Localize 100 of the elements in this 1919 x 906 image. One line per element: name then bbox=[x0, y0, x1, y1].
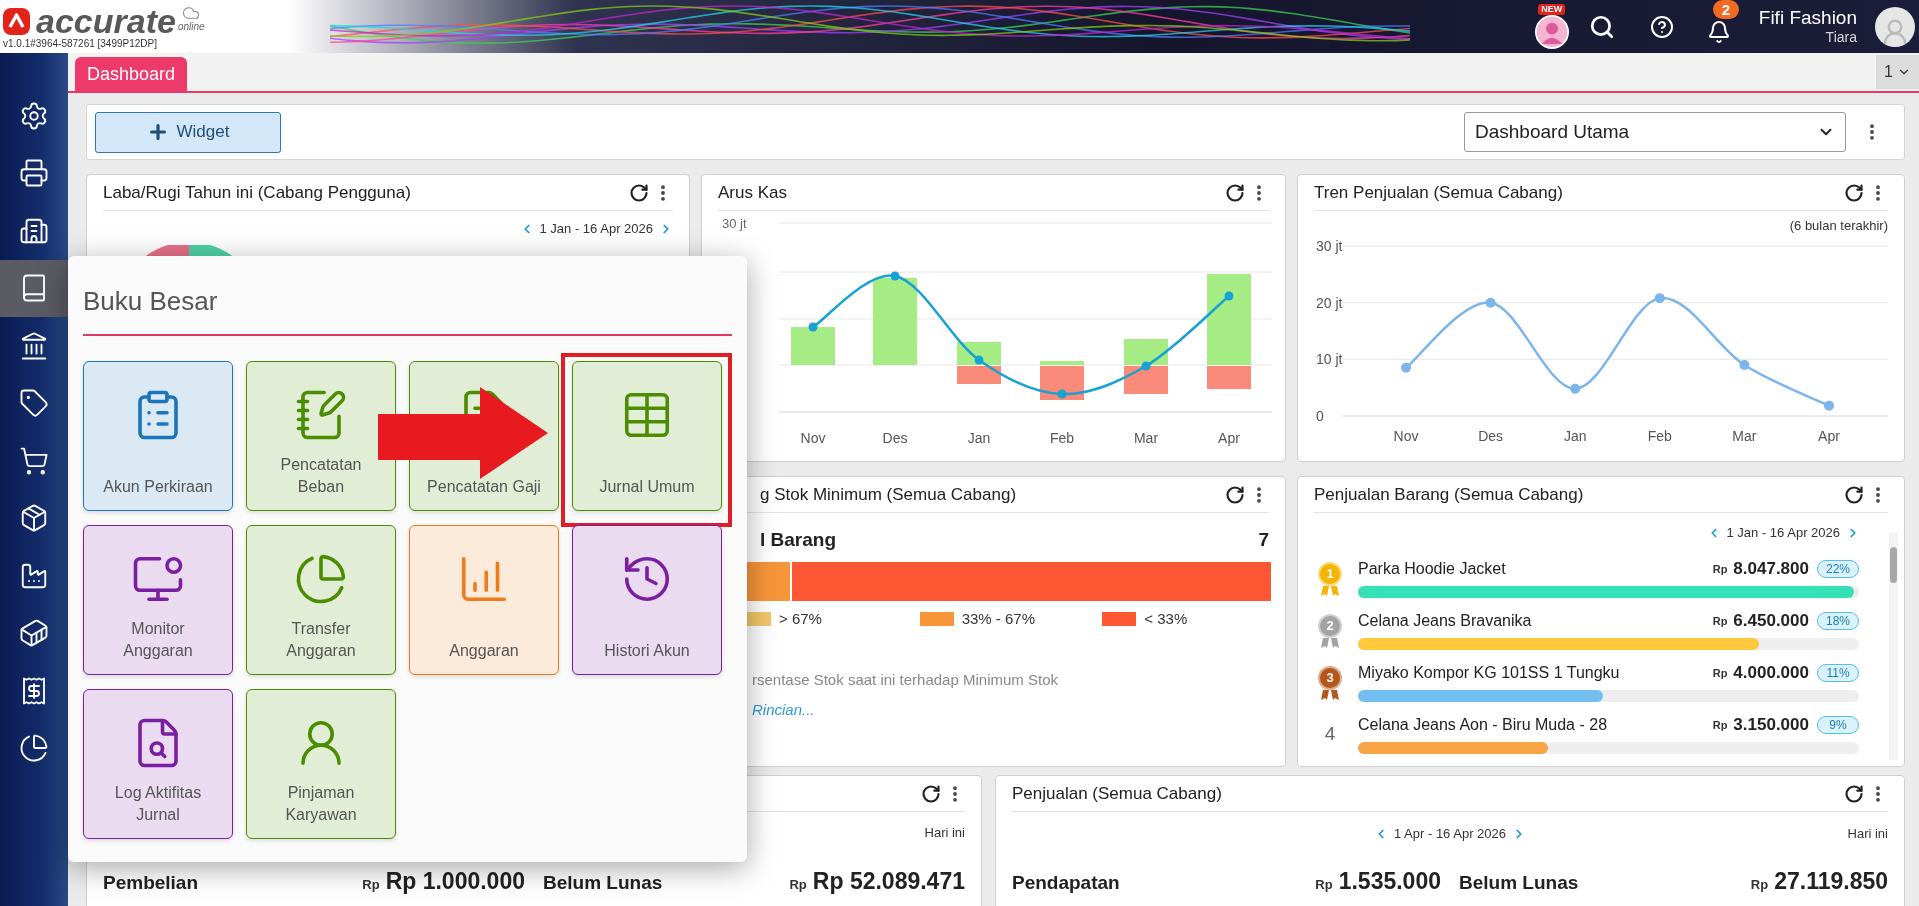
user-avatar[interactable] bbox=[1875, 6, 1915, 47]
data-point bbox=[890, 271, 900, 281]
pie-chart-icon bbox=[294, 552, 348, 606]
axis-label: Apr bbox=[1218, 430, 1240, 446]
ribbon-icon bbox=[1321, 637, 1339, 648]
menu-tile[interactable]: Pinjaman Karyawan bbox=[246, 689, 396, 839]
refresh-icon[interactable] bbox=[1225, 484, 1245, 505]
product-name: Parka Hoodie Jacket bbox=[1358, 559, 1506, 579]
axis-label: Des bbox=[882, 430, 908, 446]
currency-label: Rp bbox=[1750, 876, 1769, 894]
amount-value: 27.119.850 bbox=[1774, 867, 1888, 896]
percent-badge: 22% bbox=[1817, 560, 1859, 578]
legend-label: < 33% bbox=[1144, 611, 1188, 627]
period-label: Hari ini bbox=[1847, 825, 1888, 843]
add-widget-button[interactable]: Widget bbox=[95, 111, 281, 153]
currency-label: Rp bbox=[1712, 665, 1728, 681]
logo-subtitle: online bbox=[177, 22, 205, 32]
axis-label: Apr bbox=[1818, 428, 1840, 444]
bank-icon bbox=[19, 330, 49, 361]
medal-badge: 1 bbox=[1318, 561, 1342, 586]
user-name: Fifi Fashion bbox=[1758, 7, 1857, 29]
amount-value: 1.535.000 bbox=[1338, 867, 1441, 896]
refresh-icon[interactable] bbox=[1844, 484, 1864, 505]
help-icon[interactable] bbox=[1649, 14, 1674, 39]
menu-tile[interactable]: Histori Akun bbox=[572, 525, 722, 675]
page-select[interactable]: 1 bbox=[1876, 55, 1919, 89]
package-icon bbox=[19, 503, 49, 534]
logo-icon bbox=[3, 7, 30, 35]
widget-title: Arus Kas bbox=[718, 181, 787, 204]
menu-tile[interactable]: Log Aktifitas Jurnal bbox=[83, 689, 233, 839]
new-badge: NEW bbox=[1538, 4, 1566, 15]
refresh-icon[interactable] bbox=[1225, 182, 1245, 203]
amount-value: Rp 52.089.471 bbox=[812, 867, 965, 896]
date-range: 1 Jan - 16 Apr 2026 bbox=[539, 220, 653, 238]
currency-label: Rp bbox=[1315, 876, 1333, 894]
currency-label: Rp bbox=[1712, 561, 1728, 577]
menu-tile[interactable]: Transfer Anggaran bbox=[246, 525, 396, 675]
stat-label: Belum Lunas bbox=[1459, 871, 1579, 895]
sidebar-item[interactable] bbox=[0, 259, 68, 317]
search-icon[interactable] bbox=[1588, 13, 1615, 40]
avatar-icon[interactable] bbox=[1534, 15, 1569, 49]
gear-icon bbox=[19, 100, 49, 131]
amount-value: 4.000.000 bbox=[1733, 663, 1809, 683]
stat-label: Pembelian bbox=[103, 871, 199, 895]
cash-in-bar bbox=[1040, 361, 1084, 365]
version-text: v1.0.1#3964-587261 [3499P12DP] bbox=[3, 38, 158, 49]
menu-tile[interactable]: Anggaran bbox=[409, 525, 559, 675]
widget-title: Penjualan Barang (Semua Cabang) bbox=[1314, 483, 1584, 506]
cash-in-bar bbox=[1124, 339, 1168, 365]
printer-icon bbox=[19, 158, 49, 189]
date-range: 1 Apr - 16 Apr 2026 bbox=[1394, 825, 1506, 843]
axis-label: Jan bbox=[1563, 428, 1587, 444]
stat-label: Pendapatan bbox=[1012, 871, 1120, 895]
data-point bbox=[808, 322, 818, 332]
refresh-icon[interactable] bbox=[629, 182, 649, 203]
medal-badge: 2 bbox=[1318, 613, 1342, 638]
currency-label: Rp bbox=[362, 876, 380, 894]
currency-label: Rp bbox=[789, 876, 807, 894]
ribbon-icon bbox=[1321, 585, 1339, 596]
notification-badge: 2 bbox=[1712, 0, 1740, 19]
axis-label: 30 jt bbox=[1316, 238, 1343, 254]
item-count: 7 bbox=[1258, 529, 1269, 551]
dashboard-select[interactable]: Dashboard Utama bbox=[1464, 112, 1846, 152]
axis-label: Feb bbox=[1647, 428, 1672, 444]
bell-icon[interactable] bbox=[1706, 19, 1731, 44]
ribbon-icon bbox=[1321, 689, 1339, 700]
stock-note: rsentase Stok saat ini terhadap Minimum Stok bbox=[751, 671, 1059, 689]
percent-badge: 18% bbox=[1817, 612, 1859, 630]
data-point bbox=[1654, 293, 1665, 304]
amount-value: Rp 1.000.000 bbox=[385, 867, 525, 896]
data-point bbox=[1141, 361, 1151, 371]
scrollbar-thumb[interactable] bbox=[1890, 547, 1897, 583]
axis-label: Jan bbox=[967, 430, 991, 446]
axis-label: Nov bbox=[800, 430, 826, 446]
scrollbar[interactable] bbox=[1889, 533, 1898, 760]
cash-out-bar bbox=[1040, 366, 1084, 400]
tab[interactable]: Dashboard bbox=[75, 57, 188, 91]
medal-badge: 3 bbox=[1318, 665, 1342, 690]
widget-title: g Stok Minimum (Semua Cabang) bbox=[760, 483, 1017, 506]
user-subtitle: Tiara bbox=[1825, 29, 1857, 46]
axis-label: Des bbox=[1478, 428, 1504, 444]
currency-label: Rp bbox=[1712, 717, 1728, 733]
data-point bbox=[1739, 360, 1750, 370]
container-icon bbox=[19, 618, 49, 649]
popup-title: Buku Besar bbox=[83, 286, 219, 316]
percent-badge: 11% bbox=[1817, 664, 1859, 682]
amount-value: 3.150.000 bbox=[1733, 715, 1809, 735]
widget-title: Tren Penjualan (Semua Cabang) bbox=[1314, 181, 1563, 204]
menu-tile[interactable]: Jurnal Umum bbox=[572, 361, 722, 511]
menu-tile[interactable]: Monitor Anggaran bbox=[83, 525, 233, 675]
data-point bbox=[1485, 297, 1496, 308]
product-name: Celana Jeans Bravanika bbox=[1358, 611, 1532, 631]
axis-label: 0 bbox=[1316, 408, 1324, 424]
refresh-icon[interactable] bbox=[921, 783, 941, 804]
refresh-icon[interactable] bbox=[1844, 783, 1864, 804]
refresh-icon[interactable] bbox=[1844, 182, 1864, 203]
axis-label: Nov bbox=[1393, 428, 1419, 444]
menu-tile[interactable]: Akun Perkiraan bbox=[83, 361, 233, 511]
menu-tile[interactable]: Pencatatan Beban bbox=[246, 361, 396, 511]
data-point bbox=[1570, 383, 1581, 394]
